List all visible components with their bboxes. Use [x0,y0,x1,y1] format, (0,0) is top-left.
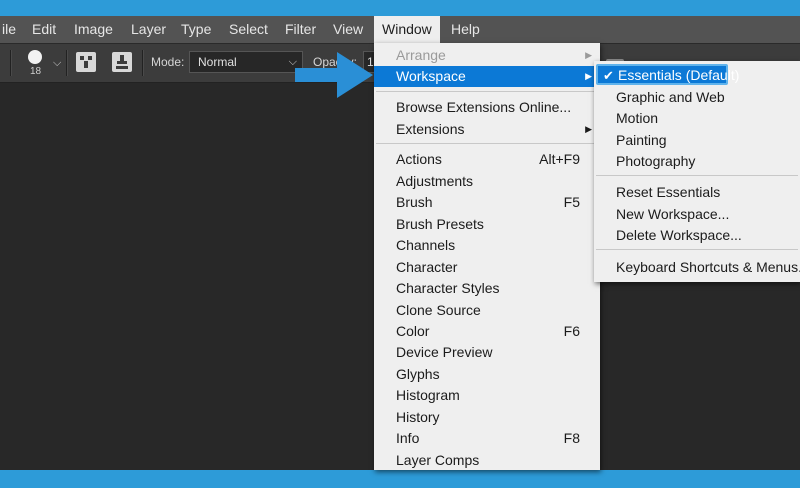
menu-divider [376,143,598,144]
brush-settings-icon[interactable] [76,52,96,72]
menu-item-histogram[interactable]: Histogram [374,385,600,406]
menu-item-reset-essentials[interactable]: Reset Essentials [594,182,800,203]
menu-item-actions[interactable]: Actions Alt+F9 [374,149,600,170]
menu-divider [596,249,798,250]
menu-window[interactable]: Window [374,16,440,43]
menu-filter[interactable]: Filter [285,16,316,43]
window-menu: Arrange ▶ Workspace ▶ Browse Extensions On… [374,43,600,470]
chevron-right-icon: ▶ [585,71,592,81]
chevron-right-icon: ▶ [585,50,592,60]
menu-image[interactable]: Image [74,16,113,43]
options-divider [66,50,68,76]
menu-item-keyboard-shortcuts[interactable]: Keyboard Shortcuts & Menus... [594,257,800,278]
brush-size-label: 18 [30,66,42,77]
menu-item-arrange[interactable]: Arrange ▶ [374,45,600,66]
menu-item-graphic-and-web[interactable]: Graphic and Web [594,87,800,108]
checkmark-icon: ✔ [603,68,614,83]
options-divider [142,50,144,76]
menu-item-info[interactable]: Info F8 [374,428,600,449]
menu-item-painting[interactable]: Painting [594,130,800,151]
menu-item-device-preview[interactable]: Device Preview [374,342,600,363]
chevron-right-icon: ▶ [585,124,592,134]
menu-item-new-workspace[interactable]: New Workspace... [594,204,800,225]
menu-file[interactable]: ile [0,16,18,43]
menu-item-adjustments[interactable]: Adjustments [374,171,600,192]
clone-stamp-icon[interactable] [112,52,132,72]
mode-select[interactable]: Normal ⌵ [189,51,303,73]
brush-preset-picker[interactable] [28,50,42,64]
menu-item-character-styles[interactable]: Character Styles [374,278,600,299]
menu-edit[interactable]: Edit [32,16,56,43]
annotation-arrow-icon [295,52,373,98]
menu-item-color[interactable]: Color F6 [374,321,600,342]
menu-item-character[interactable]: Character [374,257,600,278]
workspace-submenu: ✔ Essentials (Default) Graphic and Web M… [594,61,800,282]
menu-item-brush[interactable]: Brush F5 [374,192,600,213]
menu-layer[interactable]: Layer [131,16,166,43]
menu-select[interactable]: Select [229,16,268,43]
menu-divider [376,91,598,92]
menu-item-clone-source[interactable]: Clone Source [374,300,600,321]
menu-item-glyphs[interactable]: Glyphs [374,364,600,385]
menu-item-essentials[interactable]: ✔ Essentials (Default) [596,65,739,86]
menu-divider [596,175,798,176]
menu-item-layer-comps[interactable]: Layer Comps [374,450,600,471]
menu-item-brush-presets[interactable]: Brush Presets [374,214,600,235]
menu-item-delete-workspace[interactable]: Delete Workspace... [594,225,800,246]
menu-item-photography[interactable]: Photography [594,151,800,172]
chevron-down-icon[interactable]: ⌵ [53,57,61,70]
menu-item-history[interactable]: History [374,407,600,428]
menu-view[interactable]: View [333,16,363,43]
menu-type[interactable]: Type [181,16,211,43]
menu-item-channels[interactable]: Channels [374,235,600,256]
menu-bar: ile Edit Image Layer Type Select Filter … [0,16,800,43]
menu-item-extensions[interactable]: Extensions ▶ [374,119,600,140]
menu-item-browse-extensions[interactable]: Browse Extensions Online... [374,97,600,118]
menu-item-motion[interactable]: Motion [594,108,800,129]
menu-item-workspace[interactable]: Workspace ▶ [374,66,600,87]
menu-help[interactable]: Help [451,16,480,43]
mode-value: Normal [198,55,237,69]
mode-label: Mode: [151,55,185,69]
options-divider [10,50,12,76]
